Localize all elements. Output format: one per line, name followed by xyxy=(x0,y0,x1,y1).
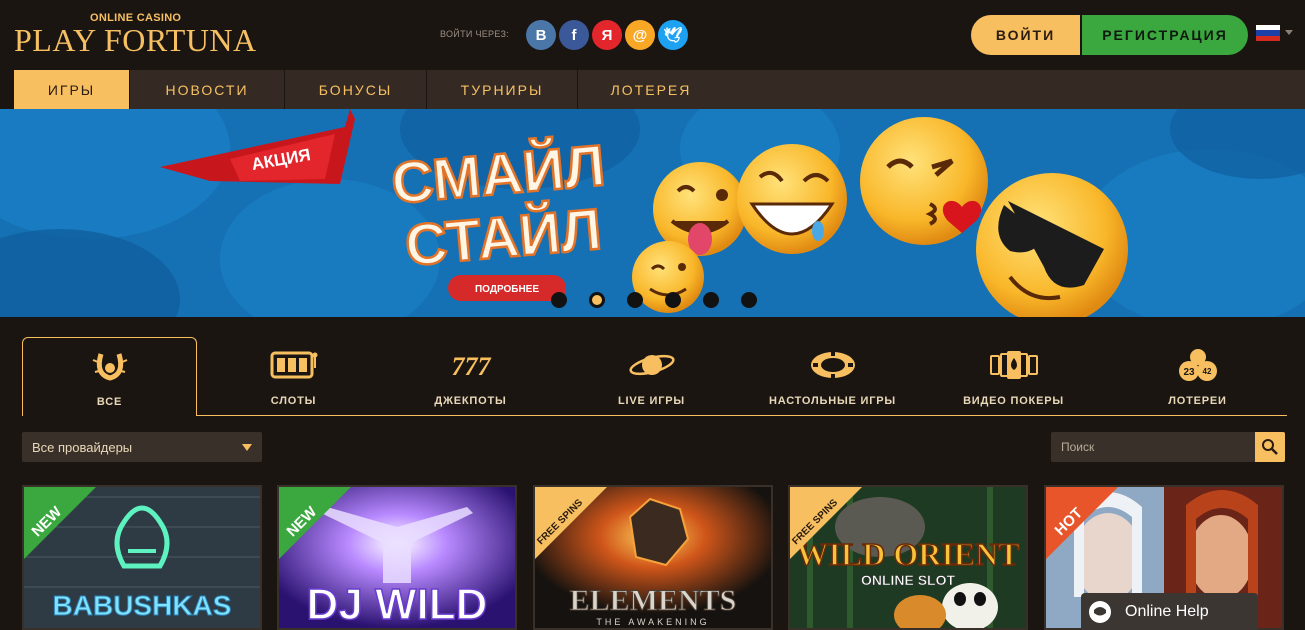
nav-item-label: ТУРНИРЫ xyxy=(460,81,544,98)
game-title: DJ WILD xyxy=(307,580,488,628)
cards-icon xyxy=(989,349,1039,381)
social-login-label: ВОЙТИ ЧЕРЕЗ: xyxy=(440,29,509,39)
twitter-icon[interactable]: 🕊 xyxy=(658,20,688,50)
header: ONLINE CASINO PLAY FORTUNA ВОЙТИ ЧЕРЕЗ: … xyxy=(0,0,1305,70)
online-help-label: Online Help xyxy=(1125,602,1209,620)
game-thumbnail: WILD ORIENT ONLINE SLOT FREE SPINS xyxy=(790,487,1026,628)
register-button[interactable]: РЕГИСТРАЦИЯ xyxy=(1082,15,1248,55)
login-button[interactable]: ВОЙТИ xyxy=(971,15,1080,55)
tab-label: ВИДЕО ПОКЕРЫ xyxy=(963,395,1064,407)
tab-lotteries[interactable]: 23 42 ЛОТЕРЕИ xyxy=(1110,337,1285,416)
tab-live-games[interactable]: LIVE ИГРЫ xyxy=(564,337,739,416)
tab-slots[interactable]: СЛОТЫ xyxy=(206,337,381,416)
logo-title: PLAY FORTUNA xyxy=(14,22,257,58)
online-help-widget[interactable]: Online Help xyxy=(1081,593,1258,630)
carousel-dot[interactable] xyxy=(741,292,757,308)
nav-item-bonuses[interactable]: БОНУСЫ xyxy=(285,70,427,109)
nav-item-lottery[interactable]: ЛОТЕРЕЯ xyxy=(578,70,724,109)
russian-flag-icon[interactable] xyxy=(1256,25,1280,41)
sevens-icon: 777 xyxy=(447,349,495,381)
game-subtitle: ONLINE SLOT xyxy=(861,572,956,588)
yandex-icon[interactable]: Я xyxy=(592,20,622,50)
tab-label: СЛОТЫ xyxy=(270,395,317,407)
carousel-dot[interactable] xyxy=(589,292,605,308)
game-thumbnail: ELEMENTS THE AWAKENING FREE SPINS xyxy=(535,487,771,628)
tab-table-games[interactable]: НАСТОЛЬНЫЕ ИГРЫ xyxy=(745,337,920,416)
slot-machine-icon xyxy=(270,349,318,381)
svg-text:42: 42 xyxy=(1202,367,1211,376)
banner-button-label: ПОДРОБНЕЕ xyxy=(475,284,539,295)
carousel-dot[interactable] xyxy=(665,292,681,308)
svg-text:777: 777 xyxy=(451,352,491,380)
game-card-wild-orient[interactable]: WILD ORIENT ONLINE SLOT FREE SPINS xyxy=(788,485,1028,630)
tab-label: НАСТОЛЬНЫЕ ИГРЫ xyxy=(769,395,896,407)
mail-icon[interactable]: @ xyxy=(625,20,655,50)
game-card-babushkas[interactable]: BABUSHKAS NEW xyxy=(22,485,262,630)
kiss-emoji-icon xyxy=(860,117,988,245)
chat-icon xyxy=(1089,600,1111,623)
banner-more-button[interactable]: ПОДРОБНЕЕ xyxy=(448,275,566,301)
nav-item-label: ЛОТЕРЕЯ xyxy=(610,81,692,98)
game-title: BABUSHKAS xyxy=(53,590,232,621)
logo[interactable]: ONLINE CASINO PLAY FORTUNA xyxy=(14,10,274,62)
provider-select-value: Все провайдеры xyxy=(32,439,133,455)
promo-banner[interactable]: АКЦИЯ СМАЙЛ СТАЙЛ ПОДРОБНЕЕ xyxy=(0,109,1305,317)
game-card-elements[interactable]: ELEMENTS THE AWAKENING FREE SPINS xyxy=(533,485,773,630)
game-subtitle: THE AWAKENING xyxy=(596,617,709,627)
nav-item-games[interactable]: ИГРЫ xyxy=(14,70,130,109)
chip-icon xyxy=(809,349,857,381)
search-button[interactable] xyxy=(1255,432,1285,462)
carousel-dot[interactable] xyxy=(703,292,719,308)
tab-video-poker[interactable]: ВИДЕО ПОКЕРЫ xyxy=(926,337,1101,416)
nav-item-label: НОВОСТИ xyxy=(165,81,249,98)
banner-artwork: АКЦИЯ СМАЙЛ СТАЙЛ ПОДРОБНЕЕ xyxy=(0,109,1305,317)
svg-text:23: 23 xyxy=(1183,367,1195,378)
carousel-dot[interactable] xyxy=(627,292,643,308)
nav-item-tournaments[interactable]: ТУРНИРЫ xyxy=(427,70,578,109)
search-input[interactable] xyxy=(1051,432,1255,462)
facebook-icon[interactable]: f xyxy=(559,20,589,50)
provider-select[interactable]: Все провайдеры xyxy=(22,432,262,462)
nav-item-label: ИГРЫ xyxy=(47,81,96,98)
game-card-dj-wild[interactable]: DJ WILD NEW xyxy=(277,485,517,630)
planet-icon xyxy=(627,349,677,381)
main-nav: ИГРЫ НОВОСТИ БОНУСЫ ТУРНИРЫ ЛОТЕРЕЯ xyxy=(14,70,1305,109)
game-title: ELEMENTS xyxy=(570,584,737,617)
horseshoe-icon xyxy=(91,350,129,382)
caret-down-icon xyxy=(242,444,252,451)
nav-item-label: БОНУСЫ xyxy=(318,81,393,98)
tab-label: LIVE ИГРЫ xyxy=(618,395,685,407)
game-thumbnail: BABUSHKAS NEW xyxy=(24,487,260,628)
laughing-emoji-icon xyxy=(737,144,847,254)
vk-icon[interactable]: В xyxy=(526,20,556,50)
tab-jackpots[interactable]: 777 ДЖЕКПОТЫ xyxy=(383,337,558,416)
game-title: WILD ORIENT xyxy=(796,536,1019,572)
lottery-balls-icon: 23 42 xyxy=(1178,349,1218,381)
tab-label: ДЖЕКПОТЫ xyxy=(434,395,507,407)
tab-label: ЛОТЕРЕИ xyxy=(1168,395,1227,407)
game-thumbnail: DJ WILD NEW xyxy=(279,487,515,628)
tab-all[interactable]: ВСЕ xyxy=(22,337,197,416)
search-icon xyxy=(1262,439,1278,455)
tab-label: ВСЕ xyxy=(96,396,123,408)
nav-item-news[interactable]: НОВОСТИ xyxy=(130,70,285,109)
chevron-down-icon[interactable] xyxy=(1285,30,1293,35)
carousel-dot[interactable] xyxy=(551,292,567,308)
